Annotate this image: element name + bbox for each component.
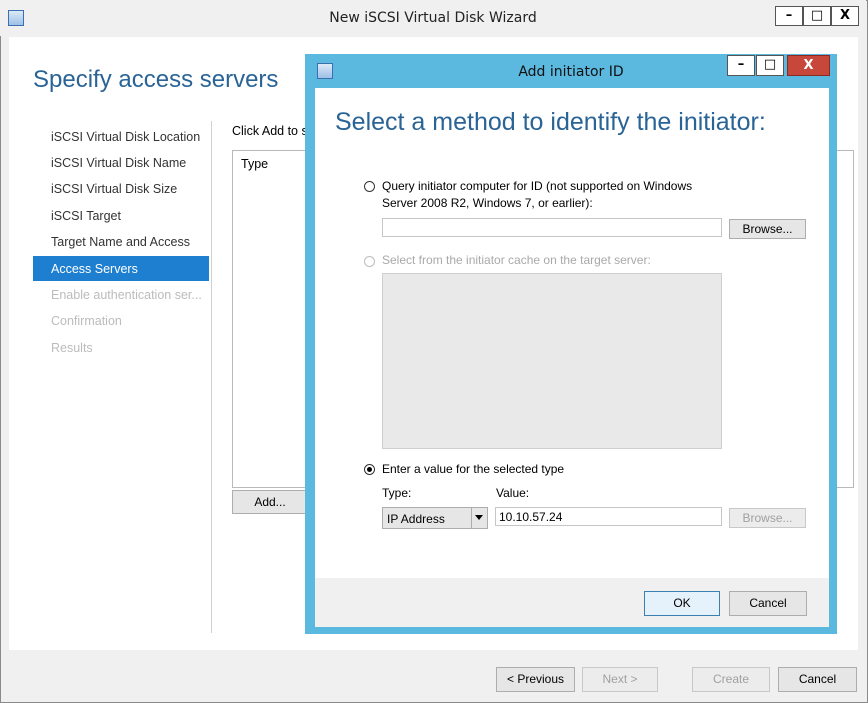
value-input[interactable]: 10.10.57.24 [495, 507, 722, 526]
nav-item-disk-location[interactable]: iSCSI Virtual Disk Location [51, 130, 200, 144]
wizard-maximize-button[interactable]: □ [803, 6, 831, 26]
type-select-divider [471, 508, 472, 528]
initiator-cache-list [382, 273, 722, 449]
option-cache-label: Select from the initiator cache on the t… [382, 253, 651, 267]
option-query-label-line1: Query initiator computer for ID (not sup… [382, 179, 693, 193]
dialog-minimize-button[interactable]: – [727, 55, 755, 76]
nav-item-results: Results [51, 341, 93, 355]
wizard-title: New iSCSI Virtual Disk Wizard [329, 10, 537, 26]
query-initiator-input[interactable] [382, 218, 722, 237]
wizard-minimize-button[interactable]: – [775, 6, 803, 26]
browse-value-button: Browse... [729, 508, 806, 528]
radio-initiator-cache [364, 256, 375, 267]
ok-button[interactable]: OK [644, 591, 720, 616]
nav-item-confirmation: Confirmation [51, 314, 122, 328]
nav-item-disk-name[interactable]: iSCSI Virtual Disk Name [51, 156, 186, 170]
value-label: Value: [496, 486, 530, 500]
value-input-text: 10.10.57.24 [499, 510, 563, 524]
nav-item-enable-authentication: Enable authentication ser... [51, 288, 202, 302]
nav-item-access-servers[interactable]: Access Servers [51, 262, 138, 276]
radio-enter-value[interactable] [364, 464, 375, 475]
option-query-label-line2: Server 2008 R2, Windows 7, or earlier): [382, 196, 593, 210]
nav-item-disk-size[interactable]: iSCSI Virtual Disk Size [51, 182, 177, 196]
create-button: Create [692, 667, 770, 692]
page-title: Specify access servers [33, 66, 279, 93]
wizard-close-button[interactable]: X [831, 6, 859, 26]
add-button[interactable]: Add... [232, 490, 308, 514]
nav-divider [211, 121, 212, 633]
wizard-cancel-button[interactable]: Cancel [778, 667, 857, 692]
option-enter-label: Enter a value for the selected type [382, 462, 565, 476]
browse-button[interactable]: Browse... [729, 219, 806, 239]
instruction-text: Click Add to s [232, 124, 308, 138]
type-select[interactable]: IP Address [382, 507, 488, 529]
chevron-down-icon [475, 515, 483, 520]
dialog-heading: Select a method to identify the initiato… [335, 108, 766, 136]
dialog-maximize-button[interactable]: □ [756, 55, 784, 76]
radio-selected-dot [367, 467, 372, 472]
dialog-cancel-button[interactable]: Cancel [729, 591, 807, 616]
nav-item-iscsi-target[interactable]: iSCSI Target [51, 209, 121, 223]
list-column-type[interactable]: Type [241, 157, 268, 171]
nav-item-target-name-access[interactable]: Target Name and Access [51, 235, 190, 249]
dialog-close-button[interactable]: X [787, 55, 830, 76]
next-button: Next > [582, 667, 658, 692]
type-select-value: IP Address [387, 512, 445, 526]
previous-button[interactable]: < Previous [496, 667, 575, 692]
type-label: Type: [382, 486, 412, 500]
radio-query-initiator[interactable] [364, 181, 375, 192]
